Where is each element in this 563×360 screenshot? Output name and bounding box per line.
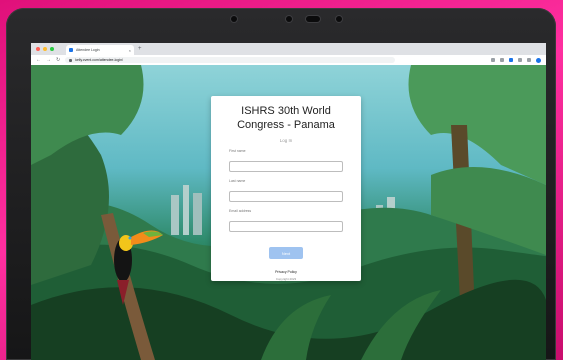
- last-name-label: Last name: [229, 179, 246, 183]
- url-text: kelly.cvent.com/attendee-login/: [75, 58, 123, 62]
- browser-toolbar: ← → ↻ kelly.cvent.com/attendee-login/: [31, 55, 546, 65]
- reload-button[interactable]: ↻: [56, 57, 60, 63]
- minimize-window-dot[interactable]: [43, 47, 47, 51]
- extension-icon[interactable]: [509, 58, 513, 62]
- email-label: Email address: [229, 209, 252, 213]
- extension-icon[interactable]: [518, 58, 522, 62]
- extension-icon[interactable]: [491, 58, 495, 62]
- last-name-input[interactable]: [229, 191, 343, 202]
- login-card: ISHRS 30th World Congress - Panama Log I…: [211, 96, 361, 281]
- back-button[interactable]: ←: [36, 57, 41, 63]
- window-controls: [36, 47, 54, 51]
- email-field: Email address: [229, 209, 343, 233]
- extension-icon[interactable]: [527, 58, 531, 62]
- camera-icon: [336, 16, 342, 22]
- forward-button[interactable]: →: [46, 57, 51, 63]
- page-title: ISHRS 30th World Congress - Panama: [237, 105, 335, 131]
- browser-tab[interactable]: Attendee Login ×: [66, 45, 134, 55]
- lock-icon: [69, 58, 73, 62]
- first-name-label: First name: [229, 149, 246, 153]
- address-bar[interactable]: kelly.cvent.com/attendee-login/: [65, 57, 396, 63]
- extensions-area: [491, 57, 541, 63]
- camera-bar: [6, 11, 556, 25]
- camera-icon: [286, 16, 292, 22]
- laptop-frame: Attendee Login × + ← → ↻ kelly.cvent.com…: [6, 8, 556, 360]
- tab-title: Attendee Login: [76, 48, 100, 52]
- favicon-icon: [69, 48, 73, 52]
- copyright-text: Copyright 2023: [275, 277, 297, 281]
- camera-icon: [231, 16, 237, 22]
- login-subtitle: Log In: [279, 138, 293, 143]
- extension-icon[interactable]: [500, 58, 504, 62]
- email-input[interactable]: [229, 221, 343, 232]
- privacy-policy-link[interactable]: Privacy Policy: [229, 270, 343, 274]
- profile-icon[interactable]: [536, 57, 541, 63]
- screen: Attendee Login × + ← → ↻ kelly.cvent.com…: [31, 43, 546, 360]
- new-tab-button[interactable]: +: [138, 46, 142, 52]
- next-button[interactable]: Next: [269, 247, 303, 259]
- maximize-window-dot[interactable]: [50, 47, 54, 51]
- page-background: ISHRS 30th World Congress - Panama Log I…: [31, 65, 546, 360]
- camera-icon: [306, 16, 320, 22]
- browser-tab-bar: Attendee Login × +: [31, 43, 546, 55]
- close-window-dot[interactable]: [36, 47, 40, 51]
- last-name-field: Last name: [229, 179, 343, 203]
- first-name-field: First name: [229, 149, 343, 173]
- first-name-input[interactable]: [229, 161, 343, 172]
- close-tab-icon[interactable]: ×: [129, 48, 131, 53]
